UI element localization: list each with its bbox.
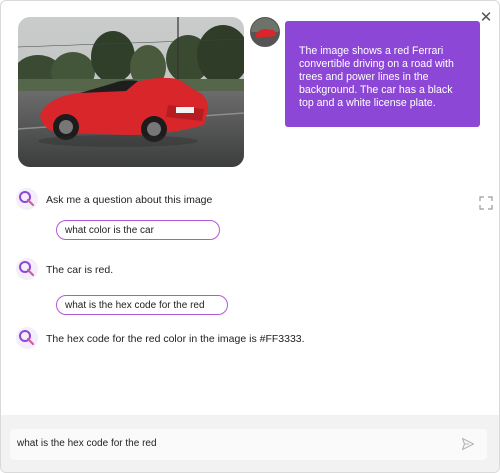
chat-input-value: what is the hex code for the red <box>17 438 157 449</box>
car-photo <box>18 17 244 167</box>
image-description-card: The image shows a red Ferrari convertibl… <box>285 21 480 127</box>
assistant-bot-icon <box>15 257 39 281</box>
user-question-text: what color is the car <box>65 225 154 236</box>
chat-input-bar: what is the hex code for the red <box>1 415 499 472</box>
bot-message: The car is red. <box>46 264 114 276</box>
bot-message: Ask me a question about this image <box>46 194 213 206</box>
user-question-pill[interactable]: what color is the car <box>56 220 220 240</box>
expand-icon[interactable] <box>479 196 493 210</box>
chat-input-field[interactable]: what is the hex code for the red <box>10 429 487 460</box>
close-icon[interactable]: ✕ <box>479 10 493 25</box>
send-icon[interactable] <box>461 437 475 451</box>
assistant-bot-icon <box>15 187 39 211</box>
user-question-pill[interactable]: what is the hex code for the red <box>56 295 228 315</box>
user-question-text: what is the hex code for the red <box>65 300 205 311</box>
bot-message: The hex code for the red color in the im… <box>46 333 305 345</box>
chat-dialog: ✕ The image shows a red Ferrari converti… <box>0 0 500 473</box>
image-thumbnail-avatar[interactable] <box>250 17 280 47</box>
assistant-bot-icon <box>15 326 39 350</box>
image-description-text: The image shows a red Ferrari convertibl… <box>299 45 454 109</box>
